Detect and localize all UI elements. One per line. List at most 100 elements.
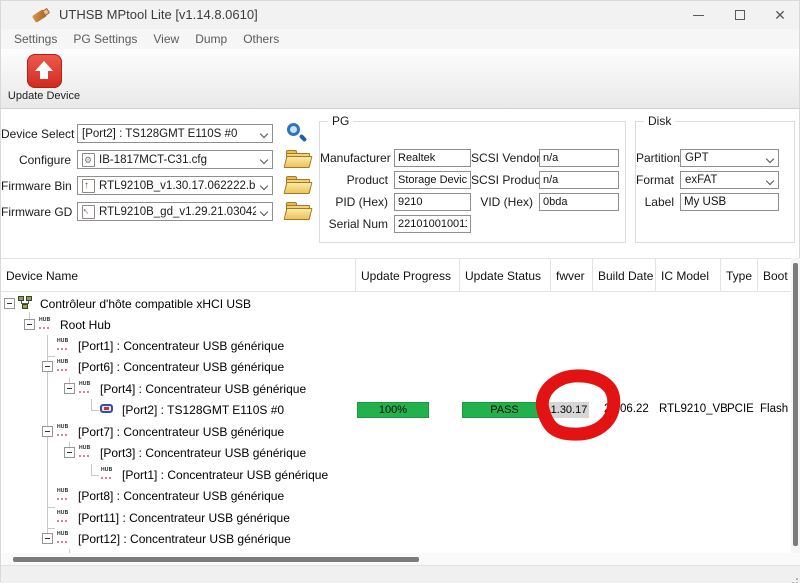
disk-groupbox: Disk Partition GPT Format exFAT Label	[635, 121, 795, 243]
status-bar	[1, 565, 800, 583]
tree-item-label: [Port1] : Concentrateur USB générique	[78, 339, 284, 353]
folder-icon	[284, 156, 313, 168]
browse-firmware-gd-button[interactable]	[285, 201, 312, 220]
collapse-icon[interactable]	[64, 383, 75, 394]
collapse-icon[interactable]	[42, 361, 53, 372]
fwver-cell[interactable]: 1.30.17	[549, 402, 589, 418]
hub-icon: HUB	[55, 424, 72, 439]
menu-bar: Settings PG Settings View Dump Others	[1, 29, 799, 49]
menu-view[interactable]: View	[145, 30, 187, 48]
horizontal-scrollbar-thumb[interactable]	[13, 557, 419, 562]
table-header: Device Name Update Progress Update Statu…	[1, 258, 791, 292]
tree-item-label: [Port11] : Concentrateur USB générique	[78, 511, 290, 525]
menu-others[interactable]: Others	[235, 30, 287, 48]
firmware-bin-combo[interactable]: RTL9210B_v1.30.17.062222.bin	[77, 176, 273, 195]
resize-grip-icon[interactable]	[796, 578, 798, 580]
tree-item-label: [Port8] : Concentrateur USB générique	[78, 489, 284, 503]
tree-item-xhci-controller[interactable]: Contrôleur d'hôte compatible xHCI USB	[1, 293, 361, 314]
tree-item-label: [Port7] : Concentrateur USB générique	[78, 425, 284, 439]
configure-combo[interactable]: IB-1817MCT-C31.cfg	[77, 150, 273, 169]
tree-item-label: [Port1] : Concentrateur USB générique	[122, 468, 328, 482]
col-build-date[interactable]: Build Date	[593, 259, 656, 292]
scsi-vendor-label: SCSI Vendor	[471, 151, 539, 165]
tree-item-port12[interactable]: HUB [Port12] : Concentrateur USB génériq…	[1, 528, 361, 549]
serial-num-field[interactable]	[394, 215, 471, 233]
firmware-gd-label: Firmware GD	[1, 205, 77, 219]
serial-num-label: Serial Num	[320, 217, 394, 231]
usb-device-icon	[99, 402, 116, 417]
menu-pg-settings[interactable]: PG Settings	[65, 30, 145, 48]
collapse-icon[interactable]	[42, 533, 53, 544]
browse-configure-button[interactable]	[285, 149, 312, 168]
collapse-icon[interactable]	[24, 319, 35, 330]
browse-firmware-bin-button[interactable]	[285, 175, 312, 194]
tree-item-port2-device[interactable]: [Port2] : TS128GMT E110S #0	[1, 399, 361, 420]
pid-label: PID (Hex)	[320, 195, 394, 209]
device-select-combo[interactable]: [Port2] : TS128GMT E110S #0	[77, 124, 273, 143]
hub-icon: HUB	[99, 467, 116, 482]
search-icon	[287, 123, 300, 136]
configure-row: Configure IB-1817MCT-C31.cfg	[1, 150, 273, 169]
pg-groupbox: PG Manufacturer SCSI Vendor Product SCSI…	[319, 121, 626, 243]
tree-item-port3[interactable]: HUB [Port3] : Concentrateur USB génériqu…	[1, 442, 361, 463]
tree-item-label: Contrôleur d'hôte compatible xHCI USB	[40, 297, 251, 311]
col-update-status[interactable]: Update Status	[460, 259, 551, 292]
menu-settings[interactable]: Settings	[6, 30, 65, 48]
minimize-button[interactable]	[675, 1, 721, 29]
tree-item-port1[interactable]: HUB [Port1] : Concentrateur USB génériqu…	[1, 335, 361, 356]
tree-item-port6[interactable]: HUB [Port6] : Concentrateur USB génériqu…	[1, 356, 361, 377]
partition-combo[interactable]: GPT	[680, 149, 779, 167]
chevron-down-icon	[261, 131, 268, 138]
col-device-name[interactable]: Device Name	[1, 259, 356, 292]
tree-item-label: [Port2] : TS128GMT E110S #0	[122, 403, 284, 417]
firmware-gd-combo[interactable]: RTL9210B_gd_v1.29.21.030422.bin	[77, 202, 273, 221]
hub-icon: HUB	[55, 488, 72, 503]
tree-item-port8[interactable]: HUB [Port8] : Concentrateur USB génériqu…	[1, 485, 361, 506]
update-device-button[interactable]: Update Device	[3, 51, 85, 105]
search-device-button[interactable]	[285, 122, 309, 146]
col-ic-model[interactable]: IC Model	[656, 259, 721, 292]
horizontal-scrollbar[interactable]	[1, 553, 800, 565]
firmware-file-icon	[82, 179, 95, 193]
format-combo[interactable]: exFAT	[680, 171, 779, 189]
scsi-vendor-field[interactable]	[539, 149, 619, 167]
col-boot[interactable]: Boot	[758, 259, 791, 292]
collapse-icon[interactable]	[4, 298, 15, 309]
app-window: UTHSB MPtool Lite [v1.14.8.0610] ✕ Setti…	[0, 0, 800, 582]
vid-field[interactable]	[539, 193, 619, 211]
window-title: UTHSB MPtool Lite [v1.14.8.0610]	[59, 7, 258, 22]
device-select-label: Device Select	[1, 127, 77, 141]
volume-label-field[interactable]	[680, 193, 779, 211]
hub-icon: HUB	[55, 338, 72, 353]
tree-item-label: [Port6] : Concentrateur USB générique	[78, 360, 284, 374]
maximize-icon	[735, 10, 745, 20]
tree-item-port7[interactable]: HUB [Port7] : Concentrateur USB génériqu…	[1, 421, 361, 442]
menu-dump[interactable]: Dump	[187, 30, 235, 48]
collapse-icon[interactable]	[42, 426, 53, 437]
configure-value: IB-1817MCT-C31.cfg	[99, 154, 207, 166]
chevron-down-icon	[261, 183, 268, 190]
col-fwver[interactable]: fwver	[551, 259, 593, 292]
product-field[interactable]	[394, 171, 471, 189]
tree-item-label: Root Hub	[60, 318, 111, 332]
tree-item-root-hub[interactable]: HUB Root Hub	[1, 314, 361, 335]
tree-item-label: [Port4] : Concentrateur USB générique	[100, 382, 306, 396]
col-update-progress[interactable]: Update Progress	[356, 259, 460, 292]
tree-item-port4[interactable]: HUB [Port4] : Concentrateur USB génériqu…	[1, 378, 361, 399]
col-type[interactable]: Type	[721, 259, 758, 292]
pid-field[interactable]	[394, 193, 471, 211]
vertical-scrollbar[interactable]	[791, 258, 800, 553]
manufacturer-field[interactable]	[394, 149, 471, 167]
firmware-bin-label: Firmware Bin	[1, 179, 77, 193]
tree-item-port11[interactable]: HUB [Port11] : Concentrateur USB génériq…	[1, 507, 361, 528]
device-select-value: [Port2] : TS128GMT E110S #0	[82, 128, 237, 140]
tree-item-port1-inner[interactable]: HUB [Port1] : Concentrateur USB génériqu…	[1, 464, 361, 485]
device-tree: Contrôleur d'hôte compatible xHCI USB HU…	[1, 292, 791, 553]
app-usb-icon	[31, 8, 51, 22]
collapse-icon[interactable]	[64, 447, 75, 458]
close-button[interactable]: ✕	[757, 1, 800, 29]
title-bar[interactable]: UTHSB MPtool Lite [v1.14.8.0610] ✕	[1, 1, 799, 29]
vertical-scrollbar-thumb[interactable]	[793, 263, 798, 546]
firmware-bin-row: Firmware Bin RTL9210B_v1.30.17.062222.bi…	[1, 176, 273, 195]
scsi-product-field[interactable]	[539, 171, 619, 189]
